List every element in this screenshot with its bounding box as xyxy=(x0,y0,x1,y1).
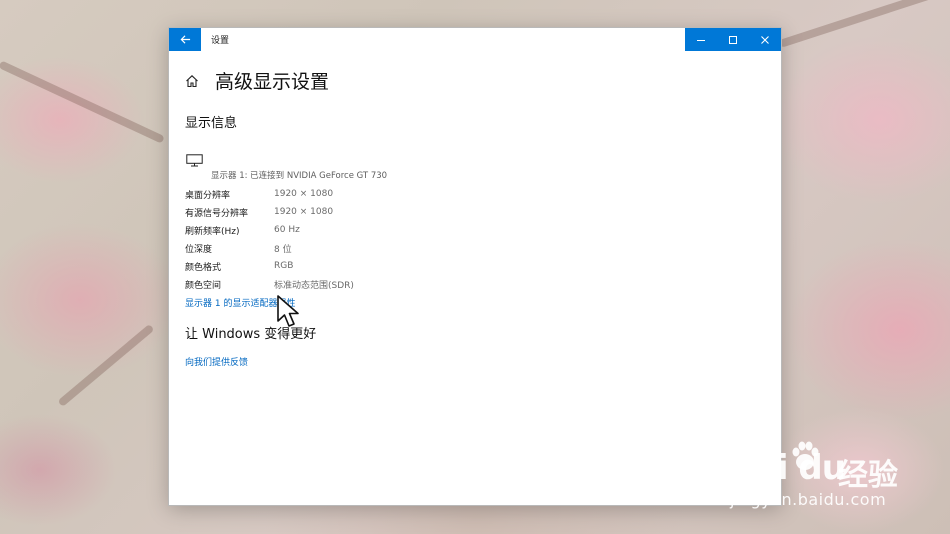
close-icon xyxy=(761,35,769,44)
info-row: 桌面分辨率 1920 × 1080 xyxy=(185,185,765,203)
home-button[interactable] xyxy=(185,73,199,88)
info-key: 位深度 xyxy=(185,244,213,255)
info-row: 颜色格式 RGB xyxy=(185,257,765,275)
background-branch xyxy=(57,323,155,408)
maximize-icon xyxy=(729,35,737,44)
back-button[interactable] xyxy=(169,28,201,51)
display-info-heading: 显示信息 xyxy=(185,116,238,131)
info-value: 标准动态范围(SDR) xyxy=(274,280,354,291)
adapter-properties-row: 显示器 1 的显示适配器属性 xyxy=(185,293,765,311)
info-value: 1920 × 1080 xyxy=(274,207,334,217)
info-value: RGB xyxy=(274,261,294,271)
window-title: 设置 xyxy=(211,36,230,46)
title-bar: 设置 xyxy=(169,28,781,51)
page-title: 高级显示设置 xyxy=(215,70,330,93)
page-header: 高级显示设置 xyxy=(185,68,765,93)
mouse-cursor-icon xyxy=(277,295,299,327)
info-value: 60 Hz xyxy=(274,225,300,235)
info-key: 颜色格式 xyxy=(185,262,222,273)
info-row: 颜色空间 标准动态范围(SDR) xyxy=(185,275,765,293)
monitor-icon xyxy=(186,152,203,171)
info-key: 桌面分辨率 xyxy=(185,190,231,201)
monitor-row: 显示器 1: 已连接到 NVIDIA GeForce GT 730 xyxy=(185,151,765,185)
info-key: 有源信号分辨率 xyxy=(185,208,249,219)
feedback-link[interactable]: 向我们提供反馈 xyxy=(185,358,248,368)
background-branch xyxy=(0,60,165,144)
windows-better-heading: 让 Windows 变得更好 xyxy=(185,327,317,342)
info-row: 有源信号分辨率 1920 × 1080 xyxy=(185,203,765,221)
info-value: 8 位 xyxy=(274,244,292,255)
info-row: 位深度 8 位 xyxy=(185,239,765,257)
settings-window: 设置 高级显示设置 显示信息 显示器 1: 已连接到 NVIDIA GeForc… xyxy=(169,28,781,505)
maximize-button[interactable] xyxy=(717,28,749,51)
monitor-label: 显示器 1: 已连接到 NVIDIA GeForce GT 730 xyxy=(211,171,388,181)
close-button[interactable] xyxy=(749,28,781,51)
window-controls xyxy=(685,28,781,51)
watermark-jingyan: 经验 xyxy=(838,458,898,493)
back-arrow-icon xyxy=(180,35,190,44)
info-row: 刷新频率(Hz) 60 Hz xyxy=(185,221,765,239)
background-branch xyxy=(778,0,943,48)
info-key: 颜色空间 xyxy=(185,280,222,291)
paw-icon xyxy=(792,441,819,470)
info-value: 1920 × 1080 xyxy=(274,189,334,199)
display-info-table: 桌面分辨率 1920 × 1080 有源信号分辨率 1920 × 1080 刷新… xyxy=(185,185,765,293)
content-area: 高级显示设置 显示信息 显示器 1: 已连接到 NVIDIA GeForce G… xyxy=(185,68,765,369)
minimize-icon xyxy=(697,39,705,41)
home-icon xyxy=(186,75,198,88)
watermark-url: jingyan.baidu.com xyxy=(730,490,887,509)
info-key: 刷新频率(Hz) xyxy=(185,226,240,237)
baidu-watermark: Bai du 经验 jingyan.baidu.com xyxy=(730,440,930,520)
minimize-button[interactable] xyxy=(685,28,717,51)
